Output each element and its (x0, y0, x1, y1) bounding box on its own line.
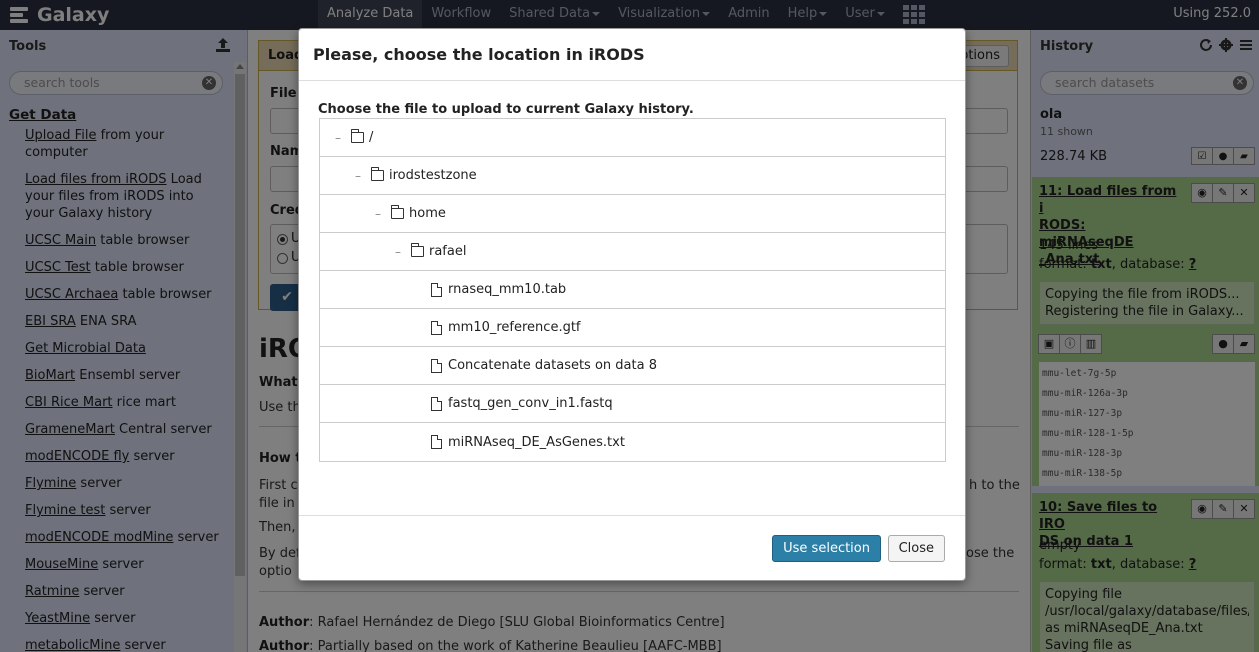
modal-title: Please, choose the location in iRODS (313, 45, 645, 64)
tree-file-row[interactable]: mm10_reference.gtf (320, 309, 945, 347)
modal-header: Please, choose the location in iRODS (299, 29, 965, 81)
file-icon (431, 358, 442, 373)
tree-node-label: / (369, 130, 374, 145)
folder-icon (351, 129, 364, 143)
tree-node-label: miRNAseq_DE_AsGenes.txt (448, 434, 625, 450)
tree-file-row[interactable]: miRNAseq_DE_AsGenes.txt (320, 423, 945, 461)
use-selection-button[interactable]: Use selection (772, 535, 881, 562)
tree-file-row[interactable]: rnaseq_mm10.tab (320, 271, 945, 309)
tree-node-label: rafael (429, 244, 467, 259)
file-icon (431, 282, 442, 297)
tree-node-label: irodstestzone (389, 168, 477, 183)
tree-node-label: fastq_gen_conv_in1.fastq (448, 396, 613, 411)
tree-folder-row[interactable]: – irodstestzone (320, 157, 945, 195)
collapse-toggle-icon[interactable]: – (391, 245, 405, 259)
tree-file-row[interactable]: fastq_gen_conv_in1.fastq (320, 385, 945, 423)
collapse-toggle-icon[interactable]: – (331, 131, 345, 145)
tree-file-row[interactable]: Concatenate datasets on data 8 (320, 347, 945, 385)
file-icon (431, 435, 442, 449)
collapse-toggle-icon[interactable]: – (351, 169, 365, 183)
folder-icon (391, 205, 404, 219)
tree-node-label: mm10_reference.gtf (448, 320, 581, 335)
tree-node-label: rnaseq_mm10.tab (448, 282, 567, 297)
folder-icon (371, 167, 384, 181)
close-button[interactable]: Close (887, 535, 945, 562)
folder-icon (411, 243, 424, 257)
file-icon (431, 396, 442, 411)
tree-node-label: Concatenate datasets on data 8 (448, 358, 657, 373)
tree-folder-row[interactable]: – rafael (320, 233, 945, 271)
tree-node-label: home (409, 206, 446, 221)
tree-folder-row[interactable]: – / (320, 119, 945, 157)
collapse-toggle-icon[interactable]: – (371, 207, 385, 221)
modal-footer: Use selection Close (299, 515, 965, 581)
modal-instruction: Choose the file to upload to current Gal… (318, 102, 694, 117)
tree-folder-row[interactable]: – home (320, 195, 945, 233)
irods-file-tree: – / – irodstestzone – home – rafael rnaseq_mm10.… (319, 118, 946, 462)
irods-location-modal: Please, choose the location in iRODS Cho… (298, 28, 966, 581)
file-icon (431, 320, 442, 335)
